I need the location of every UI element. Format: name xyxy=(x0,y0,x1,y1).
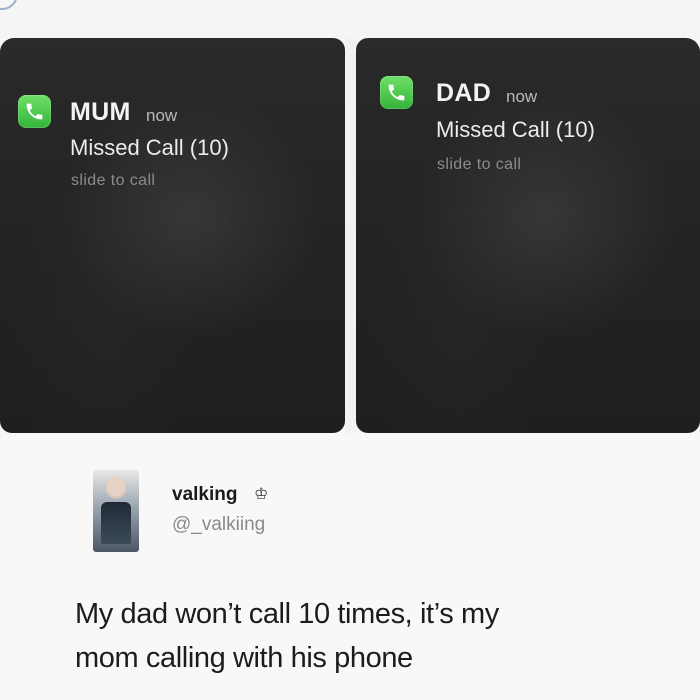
caller-name: MUM xyxy=(70,98,131,126)
lockscreen-panel-left: MUM now Missed Call (10) slide to call xyxy=(0,38,345,433)
top-margin xyxy=(0,0,700,38)
tweet-text: My dad won’t call 10 times, it’s my mom … xyxy=(75,592,675,680)
missed-call-text: Missed Call (10) xyxy=(436,117,595,142)
crown-icon: ♔ xyxy=(254,486,269,503)
notification-time: now xyxy=(506,87,538,106)
slide-to-call[interactable]: slide to call xyxy=(71,172,155,190)
missed-call-text: Missed Call (10) xyxy=(70,135,229,160)
avatar[interactable] xyxy=(93,470,139,552)
tweet-username[interactable]: valking xyxy=(172,484,237,506)
panel-divider xyxy=(345,38,356,433)
caller-name: DAD xyxy=(436,79,492,107)
notification-time: now xyxy=(146,106,178,125)
phone-icon xyxy=(18,95,51,128)
tweet-handle[interactable]: @_valkiing xyxy=(172,514,265,536)
avatar-face xyxy=(107,476,125,496)
slide-to-call[interactable]: slide to call xyxy=(437,156,521,174)
tweet-text-line: My dad won’t call 10 times, it’s my xyxy=(75,598,499,630)
tweet-text-line: mom calling with his phone xyxy=(75,642,413,674)
phone-icon xyxy=(380,76,413,109)
lockscreen-panel-right: DAD now Missed Call (10) slide to call xyxy=(356,38,700,433)
avatar-shirt xyxy=(101,502,131,544)
